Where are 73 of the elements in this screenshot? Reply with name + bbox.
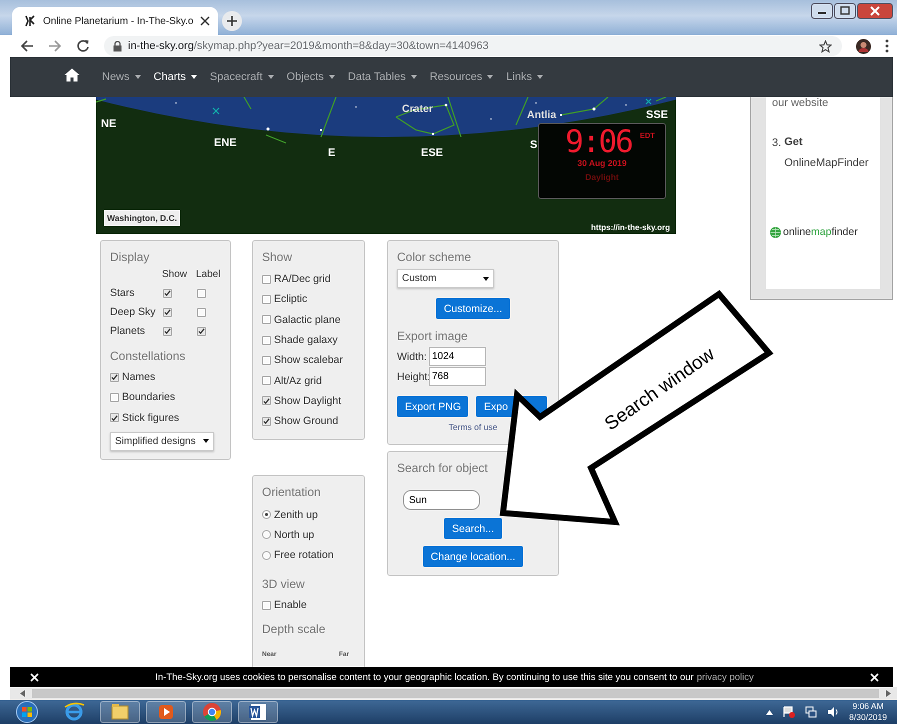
- section-title: Show: [262, 250, 294, 264]
- terms-link[interactable]: Terms of use: [448, 422, 498, 432]
- cookie-text: In-The-Sky.org uses cookies to personalise content to your geographic location. By continuing to use this site you consent to our: [155, 672, 694, 682]
- dropdown[interactable]: Custom: [397, 269, 494, 288]
- field-label: Width:: [397, 350, 427, 362]
- nav-item[interactable]: Charts: [154, 71, 197, 83]
- taskbar-date: 8/30/2019: [849, 712, 887, 723]
- row-label: Deep Sky: [110, 306, 157, 318]
- ad-text: our website: [772, 97, 830, 109]
- section-title: Orientation: [262, 485, 322, 500]
- nav-item[interactable]: News: [102, 71, 141, 83]
- compass-label: ESE: [421, 147, 444, 159]
- section-title: Export image: [397, 329, 469, 343]
- dropdown[interactable]: Simplified designs: [110, 432, 214, 451]
- option-label: Enable: [274, 599, 307, 612]
- compass-label: ENE: [214, 137, 237, 149]
- customize-button[interactable]: Customize...: [436, 298, 510, 319]
- option-label: Free rotation: [274, 549, 334, 562]
- nav-item[interactable]: Data Tables: [348, 71, 417, 83]
- option-label: RA/Dec grid: [274, 273, 331, 286]
- address-field[interactable]: in-the-sky.org/skymap.php?year=2019&month=8&day=30&town=4140963: [104, 36, 842, 56]
- step-text: Get OnlineMapFinder: [784, 135, 870, 171]
- input-field[interactable]: 1024: [429, 347, 486, 366]
- option-label: Alt/Az grid: [274, 374, 322, 387]
- column-header: Label: [196, 269, 222, 280]
- option-label: Ecliptic: [274, 293, 308, 306]
- export-button[interactable]: Export PNG: [397, 396, 468, 417]
- search-button[interactable]: Search...: [444, 518, 502, 539]
- option-label: Stick figures: [122, 412, 180, 424]
- compass-label: S: [530, 139, 538, 151]
- credit-text: https://in-the-sky.org: [591, 223, 670, 232]
- daylight-label: Daylight: [585, 172, 619, 182]
- logo-text: onlinemapfinder: [783, 226, 858, 238]
- location-label: Washington, D.C.: [104, 210, 180, 226]
- row-label: Planets: [110, 325, 146, 337]
- tab-title: Online Planetarium - In-The-Sky.o: [43, 16, 193, 26]
- option-label: Show Ground: [274, 415, 338, 428]
- section-title: Search for object: [397, 461, 489, 475]
- option-label: Names: [122, 371, 156, 384]
- option-label: Zenith up: [274, 508, 318, 521]
- step-number: 3.: [772, 136, 782, 151]
- field-label: Height:: [397, 370, 427, 382]
- nav-item[interactable]: Links: [506, 71, 543, 83]
- compass-label: NE: [101, 118, 116, 130]
- url-text: in-the-sky.org/skymap.php?year=2019&month=8&day=30&town=4140963: [128, 40, 490, 52]
- constellation-label: Crater: [402, 103, 433, 115]
- taskbar-time: 9:06 AM: [852, 701, 884, 712]
- compass-label: SSE: [646, 109, 668, 121]
- option-label: Boundaries: [122, 391, 176, 404]
- section-title: Color scheme: [397, 250, 472, 264]
- row-label: Stars: [110, 287, 136, 299]
- section-title: Display: [110, 250, 150, 264]
- option-label: Shade galaxy: [274, 334, 338, 346]
- option-label: North up: [274, 528, 314, 541]
- constellation-label: Antlia: [527, 109, 556, 121]
- option-label: Galactic plane: [274, 314, 341, 326]
- nav-item[interactable]: Resources: [430, 71, 494, 83]
- search-field[interactable]: Sun: [403, 490, 480, 510]
- change-location-button[interactable]: Change location...: [422, 546, 524, 567]
- nav-item[interactable]: Objects: [286, 71, 335, 83]
- input-field[interactable]: 768: [429, 367, 486, 386]
- column-header: Show: [162, 269, 188, 280]
- clock-date: 30 Aug 2019: [577, 158, 627, 168]
- browser-tab[interactable]: Online Planetarium - In-The-Sky.o: [12, 7, 218, 35]
- section-title: 3D view: [262, 577, 306, 592]
- option-label: Show scalebar: [274, 354, 343, 366]
- option-label: Show Daylight: [274, 394, 342, 407]
- section-title: Depth scale: [262, 622, 326, 636]
- clock-time: 9:06: [565, 127, 632, 158]
- nav-item[interactable]: Spacecraft: [210, 71, 274, 83]
- compass-label: E: [328, 147, 336, 159]
- privacy-link[interactable]: privacy policy: [696, 672, 754, 682]
- section-title: Constellations: [110, 349, 186, 363]
